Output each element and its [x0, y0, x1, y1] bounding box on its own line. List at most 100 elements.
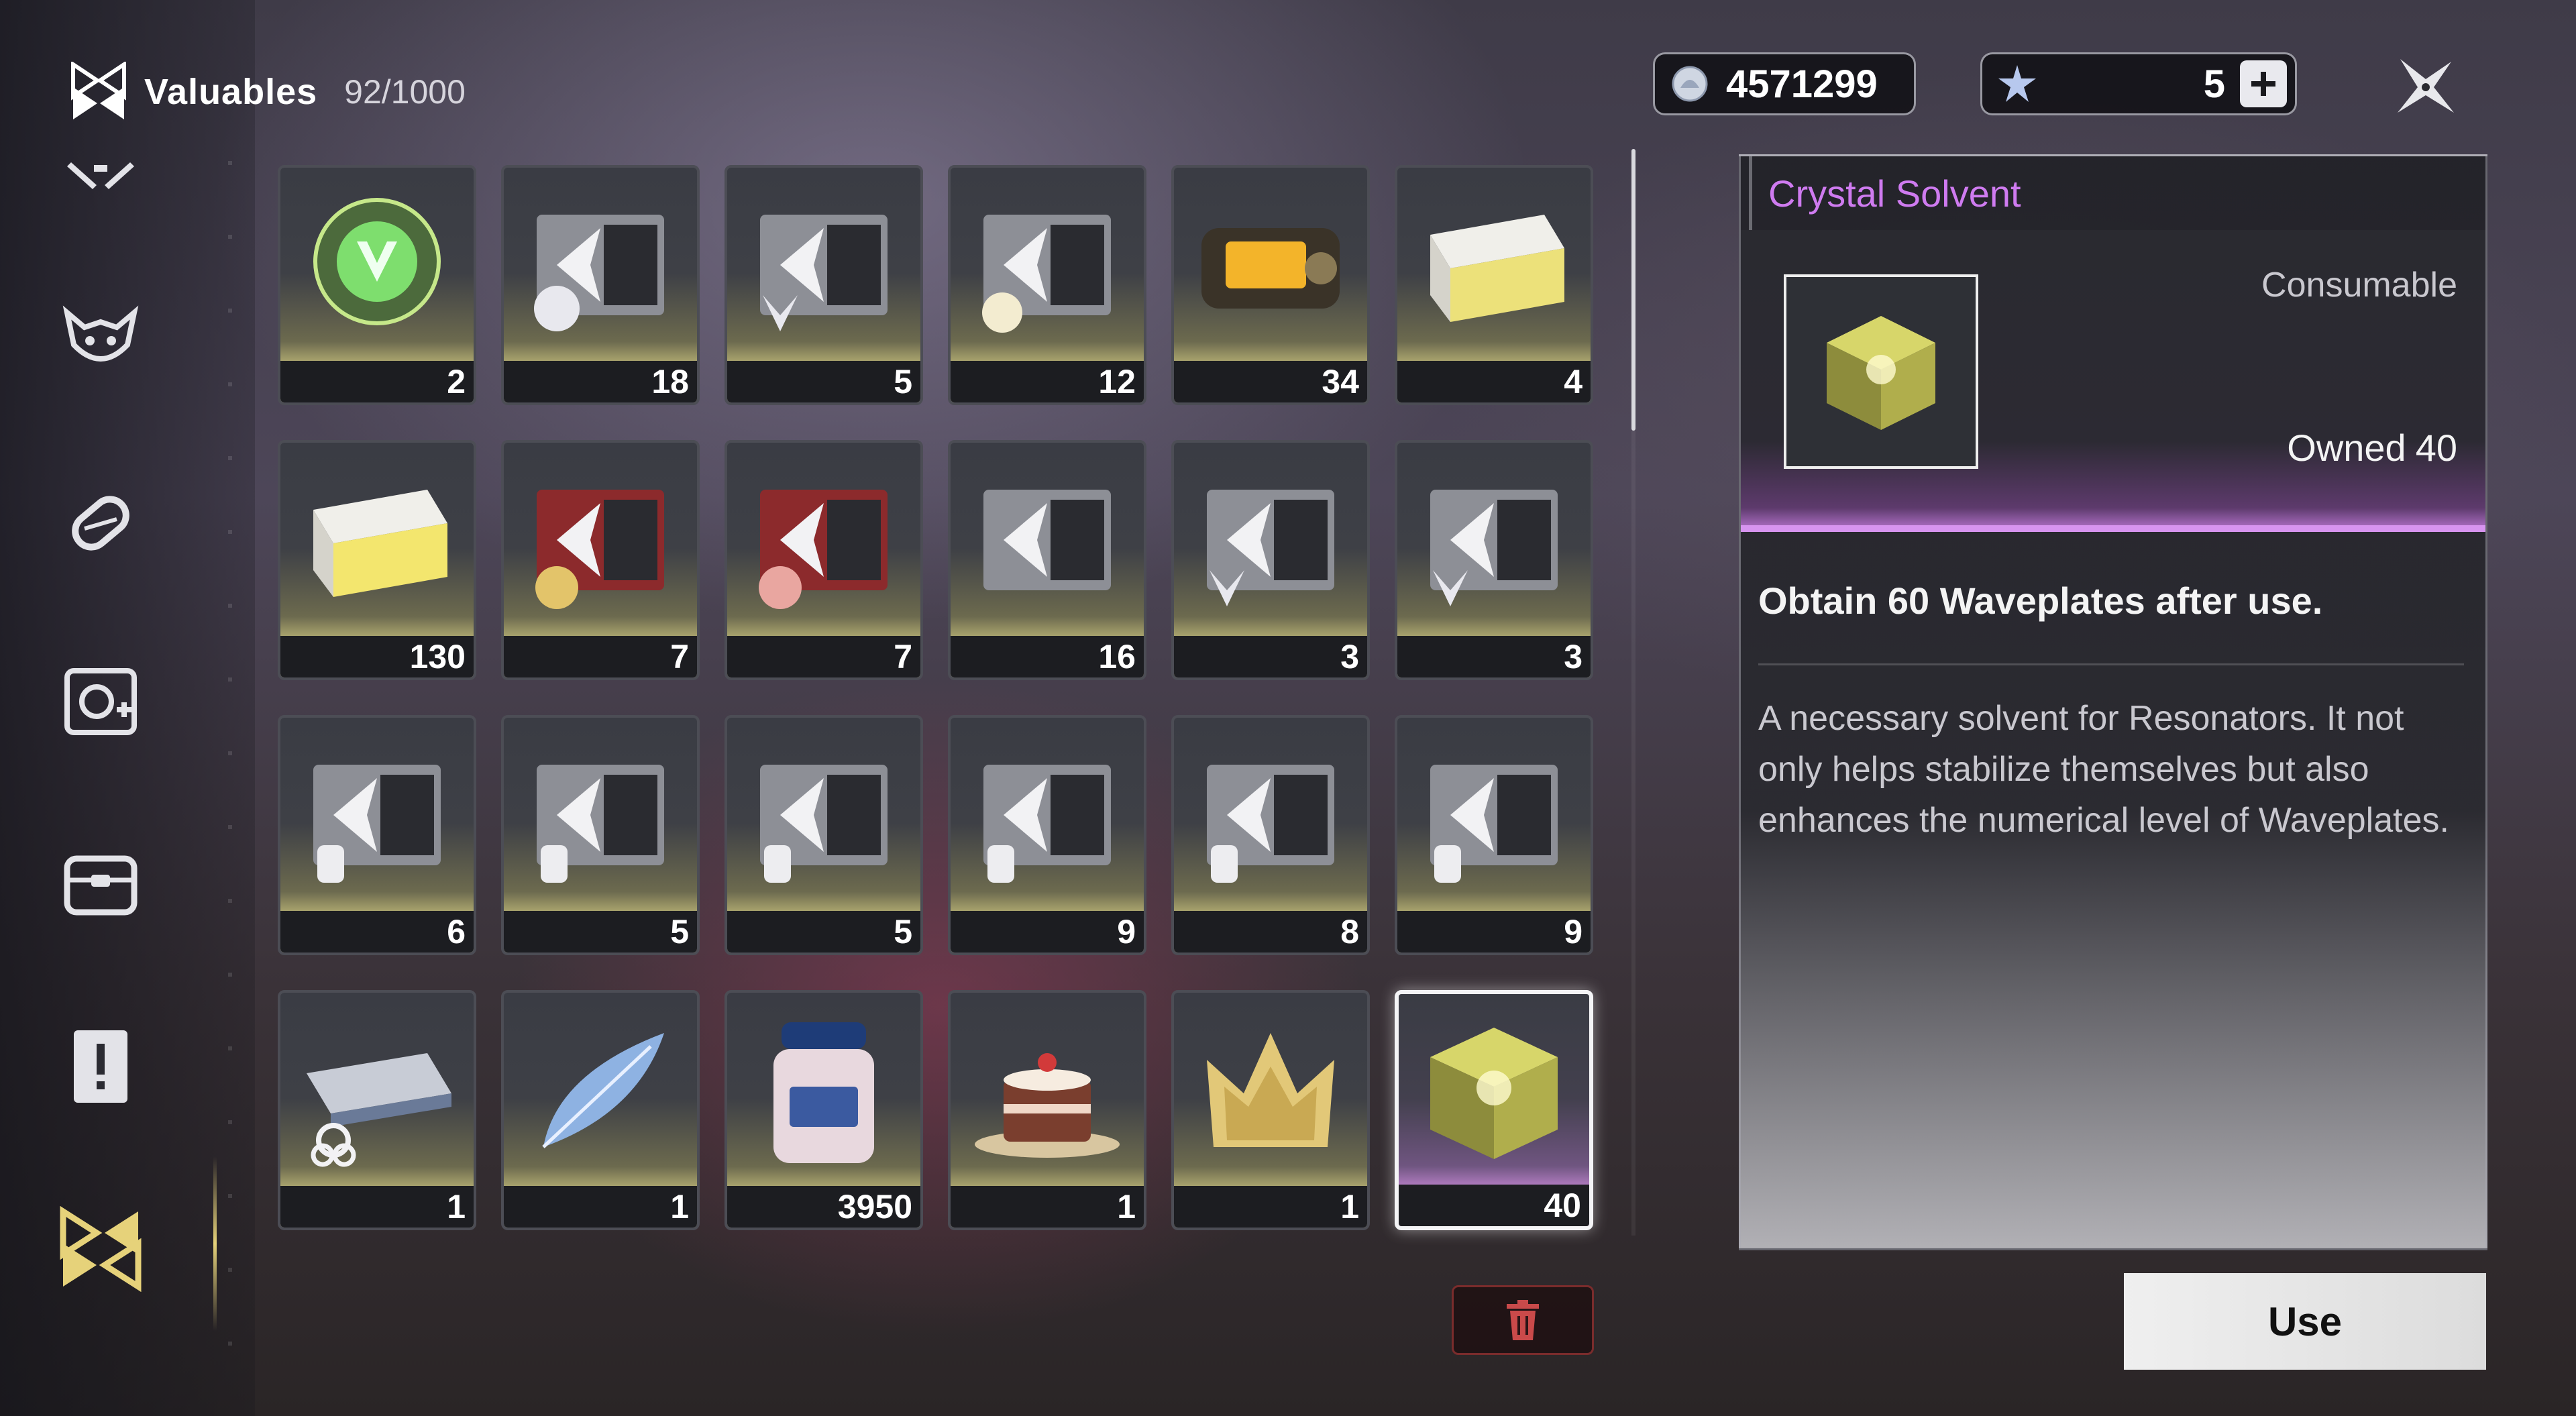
grid-scrollbar[interactable]	[1631, 149, 1635, 431]
item-slot[interactable]: 5	[724, 715, 923, 955]
nav-weapons[interactable]	[47, 122, 154, 229]
red-chest-icon	[759, 490, 888, 609]
item-type: Consumable	[2261, 266, 2457, 305]
nav-echoes[interactable]	[47, 287, 154, 394]
supply-chest-icon	[760, 765, 888, 883]
item-slot[interactable]: 16	[948, 440, 1146, 680]
cake-icon	[975, 1053, 1120, 1158]
crystal-cube-icon	[1827, 316, 1935, 430]
mission-item-icon	[74, 1030, 127, 1103]
item-count: 18	[651, 363, 689, 400]
item-slot[interactable]: 3	[1171, 440, 1370, 680]
resource-chest-icon	[64, 855, 138, 916]
item-count: 1	[670, 1188, 689, 1226]
item-count: 2	[447, 363, 466, 400]
supply-chest-icon	[1430, 765, 1558, 883]
yellow-case-icon	[313, 490, 447, 597]
item-slot[interactable]: 1	[278, 990, 476, 1230]
plus-icon	[2251, 72, 2275, 96]
astrite-value: 5	[2203, 62, 2225, 106]
item-count: 4	[1564, 363, 1582, 400]
item-slot[interactable]: 130	[278, 440, 476, 680]
item-count: 1	[447, 1188, 466, 1226]
supply-chest-icon	[1207, 490, 1334, 606]
item-count: 7	[670, 638, 689, 675]
item-slot[interactable]: 18	[501, 165, 700, 405]
item-count: 16	[1098, 638, 1136, 675]
nav-rail-dots	[228, 161, 232, 1368]
item-slot[interactable]: 4	[1395, 165, 1593, 405]
item-grid: 2 18 5 12 34 4 130 7 7 16 3 3 6 5 5 9 8 …	[278, 165, 1593, 1230]
item-slot[interactable]: 9	[948, 715, 1146, 955]
nav-mission-items[interactable]	[47, 1013, 154, 1120]
item-count: 9	[1564, 913, 1582, 950]
nav-materials[interactable]	[47, 470, 154, 577]
item-count: 1	[1117, 1188, 1136, 1226]
nav-active-rail	[213, 1156, 217, 1331]
trash-icon	[1507, 1300, 1539, 1340]
item-count: 6	[447, 913, 466, 950]
echo-mask-icon	[62, 305, 139, 362]
item-slot[interactable]: 9	[1395, 715, 1593, 955]
item-slot[interactable]: 5	[724, 165, 923, 405]
item-count: 130	[409, 638, 466, 675]
item-description: A necessary solvent for Resonators. It n…	[1758, 699, 2449, 840]
supply-chest-icon	[760, 215, 888, 331]
item-count: 7	[894, 638, 912, 675]
item-count: 3	[1340, 638, 1359, 675]
item-slot[interactable]: 34	[1171, 165, 1370, 405]
close-button[interactable]	[2392, 54, 2459, 121]
owned-info: Owned 40	[2287, 426, 2457, 470]
item-count: 3950	[837, 1188, 912, 1226]
item-slot[interactable]: 7	[724, 440, 923, 680]
nav-resources[interactable]	[47, 830, 154, 938]
hoverboard-icon	[307, 1053, 451, 1167]
supply-chest-icon	[982, 215, 1111, 333]
selection-accent-line	[1741, 525, 2485, 532]
supply-chest-icon	[1430, 490, 1558, 606]
item-slot[interactable]: 1	[501, 990, 700, 1230]
item-slot[interactable]: 3	[1395, 440, 1593, 680]
discard-button[interactable]	[1452, 1285, 1594, 1355]
item-count: 40	[1544, 1187, 1581, 1224]
feather-icon	[542, 1033, 664, 1148]
add-astrite-button[interactable]	[2240, 60, 2287, 107]
valuables-icon	[71, 62, 126, 119]
item-slot[interactable]: 1	[1171, 990, 1370, 1230]
item-slot[interactable]: 3950	[724, 990, 923, 1230]
astrite-icon	[1998, 65, 2036, 102]
capacity-count: 92/1000	[344, 73, 466, 111]
supply-chest-icon	[983, 490, 1111, 590]
owned-label: Owned	[2287, 427, 2406, 469]
item-slot-selected[interactable]: 40	[1395, 990, 1593, 1230]
close-icon	[2398, 59, 2454, 113]
item-slot[interactable]: 6	[278, 715, 476, 955]
item-slot[interactable]: 5	[501, 715, 700, 955]
shell-credit-icon	[1672, 66, 1708, 102]
development-item-icon	[64, 668, 137, 735]
item-effect: Obtain 60 Waveplates after use.	[1758, 580, 2323, 622]
use-button[interactable]: Use	[2124, 1273, 2486, 1370]
item-detail-header: Consumable Owned 40	[1741, 230, 2485, 532]
owned-count: 40	[2415, 427, 2457, 469]
item-slot[interactable]: 8	[1171, 715, 1370, 955]
use-button-label: Use	[2267, 1299, 2343, 1344]
astrite-display: 5	[1980, 52, 2297, 115]
item-detail-panel: Crystal Solvent Consumable Owned 40 Obtai…	[1739, 154, 2487, 1250]
item-slot[interactable]: 1	[948, 990, 1146, 1230]
green-emblem-icon	[313, 198, 441, 325]
shell-credit-value: 4571299	[1726, 62, 1878, 106]
red-chest-icon	[535, 490, 664, 609]
grid-scroll-track	[1631, 431, 1635, 1236]
item-slot[interactable]: 12	[948, 165, 1146, 405]
crossed-weapons-icon	[67, 162, 134, 189]
item-thumbnail	[1784, 274, 1978, 469]
item-count: 3	[1564, 638, 1582, 675]
divider	[1758, 663, 2464, 665]
item-slot[interactable]: 7	[501, 440, 700, 680]
item-count: 1	[1340, 1188, 1359, 1226]
item-count: 5	[670, 913, 689, 950]
item-slot[interactable]: 2	[278, 165, 476, 405]
nav-valuables[interactable]	[47, 1195, 154, 1303]
nav-development[interactable]	[47, 648, 154, 755]
